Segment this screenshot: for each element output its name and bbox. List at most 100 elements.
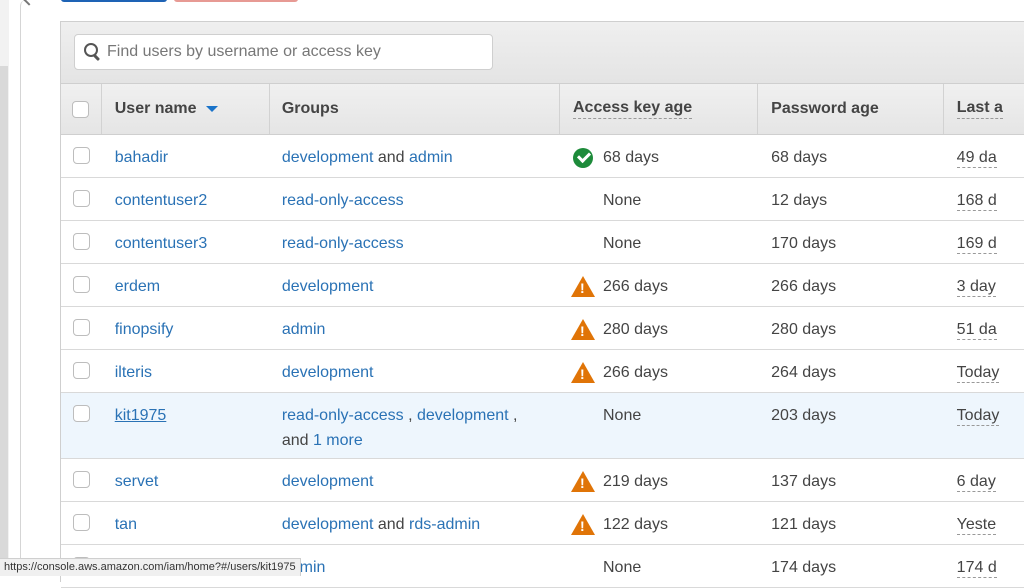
user-name-link[interactable]: servet <box>115 473 159 490</box>
group-link[interactable]: rds-admin <box>409 516 480 533</box>
access-key-age-value: 266 days <box>603 278 668 295</box>
row-checkbox[interactable] <box>72 233 90 250</box>
user-name-link[interactable]: tan <box>115 516 137 533</box>
column-header-groups-label: Groups <box>281 100 339 117</box>
add-user-button[interactable] <box>61 0 167 2</box>
column-header-access-key-age-label[interactable]: Access key age <box>573 99 693 119</box>
last-activity-value[interactable]: 51 da <box>956 321 997 340</box>
group-link[interactable]: development <box>282 149 374 166</box>
delete-user-button[interactable] <box>174 0 298 2</box>
last-activity-value[interactable]: Yeste <box>956 516 997 535</box>
access-key-age-cell: 122 days <box>560 502 758 544</box>
group-link[interactable]: development <box>282 516 374 533</box>
row-checkbox[interactable] <box>72 405 90 422</box>
row-checkbox[interactable] <box>72 276 90 293</box>
row-select-cell <box>61 502 102 544</box>
group-link[interactable]: read-only-access <box>282 192 404 209</box>
column-header-access-key-age[interactable]: Access key age <box>560 84 759 134</box>
user-name-cell: servet <box>102 459 270 501</box>
groups-cell: read-only-access <box>270 221 560 263</box>
access-key-age-cell: 266 days <box>560 264 758 306</box>
header-select-all-cell <box>61 84 102 134</box>
last-activity-cell: 6 day <box>944 459 1024 501</box>
column-header-user-name-label: User name <box>114 100 197 117</box>
table-row[interactable]: finopsify admin 280 days 280 days 51 da <box>61 307 1024 350</box>
password-age-value: 170 days <box>771 235 837 252</box>
last-activity-value[interactable]: 49 da <box>956 149 997 168</box>
table-row[interactable]: erdem development 266 days 266 days 3 day <box>61 264 1024 307</box>
user-name-link[interactable]: finopsify <box>115 321 174 338</box>
search-box[interactable] <box>74 34 493 70</box>
row-checkbox[interactable] <box>72 319 90 336</box>
table-row[interactable]: contentuser3 read-only-access None 170 days… <box>61 221 1024 264</box>
access-key-age-cell: None <box>560 545 758 587</box>
group-link[interactable]: admin <box>409 149 453 166</box>
last-activity-value[interactable]: 169 d <box>956 235 997 254</box>
access-key-age-value: 280 days <box>603 321 668 338</box>
row-select-cell <box>61 221 102 263</box>
more-groups-link[interactable]: 1 more <box>313 432 363 449</box>
row-checkbox[interactable] <box>72 362 90 379</box>
select-all-checkbox[interactable] <box>72 100 90 118</box>
sort-descending-icon[interactable] <box>205 106 218 112</box>
groups-separator-text: and <box>373 516 410 533</box>
user-name-link[interactable]: erdem <box>115 278 160 295</box>
user-name-link[interactable]: bahadir <box>115 149 168 166</box>
row-checkbox[interactable] <box>72 471 90 488</box>
password-age-cell: 137 days <box>758 459 944 501</box>
group-link[interactable]: admin <box>282 321 326 338</box>
groups-cell: development <box>270 350 560 392</box>
warning-icon <box>571 276 595 297</box>
group-link[interactable]: development <box>282 473 374 490</box>
user-name-link[interactable]: contentuser3 <box>115 235 208 252</box>
last-activity-value[interactable]: Today <box>956 407 1000 426</box>
group-link[interactable]: read-only-access <box>282 235 404 252</box>
last-activity-value[interactable]: 6 day <box>956 473 996 492</box>
last-activity-value[interactable]: 168 d <box>956 192 997 211</box>
table-header: User name Groups Access key age Password… <box>61 84 1024 135</box>
user-name-cell: contentuser3 <box>102 221 270 263</box>
group-link[interactable]: development <box>417 407 509 424</box>
group-link[interactable]: read-only-access <box>282 407 404 424</box>
table-row[interactable]: contentuser2 read-only-access None 12 days 1… <box>61 178 1024 221</box>
user-name-link[interactable]: contentuser2 <box>115 192 208 209</box>
row-checkbox[interactable] <box>72 190 90 207</box>
table-search-bar <box>61 22 1024 84</box>
last-activity-cell: 51 da <box>944 307 1024 349</box>
last-activity-value[interactable]: Today <box>956 364 1000 383</box>
column-header-last-activity[interactable]: Last a <box>944 84 1024 134</box>
groups-separator-text: , <box>403 407 417 424</box>
status-slot <box>571 317 603 342</box>
column-header-user-name[interactable]: User name <box>102 84 270 134</box>
collapse-chevron-icon[interactable] <box>23 0 35 6</box>
password-age-value: 121 days <box>771 516 837 533</box>
row-checkbox[interactable] <box>72 147 90 164</box>
access-key-age-cell: 68 days <box>560 135 758 177</box>
gutter-scrollbar[interactable] <box>0 66 8 576</box>
last-activity-cell: 49 da <box>944 135 1024 177</box>
user-name-link[interactable]: kit1975 <box>115 407 167 424</box>
last-activity-value[interactable]: 3 day <box>956 278 996 297</box>
last-activity-cell: Yeste <box>944 502 1024 544</box>
user-name-link[interactable]: ilteris <box>115 364 152 381</box>
table-row[interactable]: tan development and rds-admin 122 days 121 … <box>61 502 1024 545</box>
table-row[interactable]: bahadir development and admin 68 days 68 da… <box>61 135 1024 178</box>
column-header-last-activity-label[interactable]: Last a <box>956 99 1003 119</box>
password-age-value: 266 days <box>771 278 837 295</box>
last-activity-cell: Today <box>944 350 1024 392</box>
group-link[interactable]: development <box>282 278 374 295</box>
table-row[interactable]: servet development 219 days 137 days 6 day <box>61 459 1024 502</box>
group-link[interactable]: development <box>282 364 374 381</box>
row-select-cell <box>61 393 102 458</box>
access-key-age-value: None <box>603 407 642 424</box>
warning-icon <box>571 362 595 383</box>
groups-cell: admin <box>270 307 560 349</box>
row-checkbox[interactable] <box>72 514 90 531</box>
search-input[interactable] <box>105 42 489 62</box>
warning-icon <box>571 514 595 535</box>
last-activity-value[interactable]: 174 d <box>956 559 997 578</box>
table-row[interactable]: kit1975 read-only-access , development , a… <box>61 393 1024 459</box>
groups-cell: development and rds-admin <box>270 502 560 544</box>
row-select-cell <box>61 178 102 220</box>
table-row[interactable]: ilteris development 266 days 264 days Today <box>61 350 1024 393</box>
